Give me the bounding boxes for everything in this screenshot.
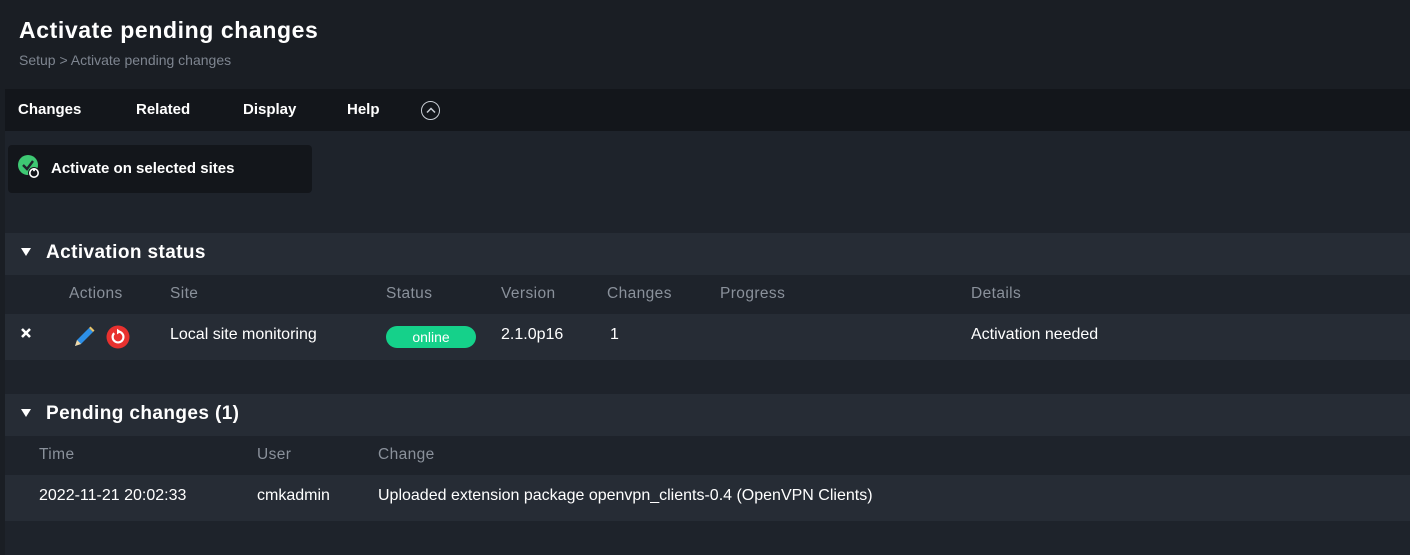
change-user: cmkadmin xyxy=(257,487,330,504)
section-toggle-icon xyxy=(21,409,31,417)
site-name: Local site monitoring xyxy=(170,326,317,343)
toolbar: Activate on selected sites xyxy=(5,131,1410,233)
column-header-changes: Changes xyxy=(607,285,672,302)
section-toggle-icon xyxy=(21,248,31,256)
activate-selected-sites-button[interactable]: Activate on selected sites xyxy=(8,145,312,193)
pending-changes-header[interactable]: Pending changes (1) xyxy=(5,394,1410,436)
check-activate-icon xyxy=(18,155,40,179)
activation-status-header[interactable]: Activation status xyxy=(5,233,1410,275)
table-row: Local site monitoring online 2.1.0p16 1 … xyxy=(5,314,1410,360)
column-header-site: Site xyxy=(170,285,199,302)
column-header-time: Time xyxy=(39,446,75,463)
activate-button-label: Activate on selected sites xyxy=(51,160,235,177)
column-header-progress: Progress xyxy=(720,285,786,302)
remove-x-icon[interactable] xyxy=(20,327,32,339)
column-header-actions: Actions xyxy=(69,285,123,302)
column-header-version: Version xyxy=(501,285,556,302)
menu-related[interactable]: Related xyxy=(136,101,190,118)
page-title: Activate pending changes xyxy=(19,17,319,43)
column-header-change: Change xyxy=(378,446,435,463)
menu-bar: Changes Related Display Help xyxy=(5,89,1410,131)
activation-status-table-header: Actions Site Status Version Changes Prog… xyxy=(5,275,1410,313)
menu-changes[interactable]: Changes xyxy=(18,101,81,118)
change-description: Uploaded extension package openvpn_clien… xyxy=(378,487,873,504)
site-version: 2.1.0p16 xyxy=(501,326,564,343)
pending-changes-table-header: Time User Change xyxy=(5,436,1410,474)
page-frame: Activate pending changes Setup > Activat… xyxy=(5,5,1410,555)
bottom-spacer xyxy=(5,521,1410,555)
pencil-icon[interactable] xyxy=(71,324,97,350)
column-header-user: User xyxy=(257,446,292,463)
section-spacer xyxy=(5,360,1410,394)
status-badge: online xyxy=(386,326,476,348)
site-details: Activation needed xyxy=(971,326,1099,343)
column-header-status: Status xyxy=(386,285,433,302)
change-time: 2022-11-21 20:02:33 xyxy=(39,487,187,504)
breadcrumb[interactable]: Setup > Activate pending changes xyxy=(19,52,231,68)
pending-changes-title: Pending changes (1) xyxy=(46,403,240,424)
site-changes-count: 1 xyxy=(610,326,619,343)
menu-help[interactable]: Help xyxy=(347,101,380,118)
table-row[interactable]: 2022-11-21 20:02:33 cmkadmin Uploaded ex… xyxy=(5,475,1410,521)
activation-status-title: Activation status xyxy=(46,242,206,263)
menu-display[interactable]: Display xyxy=(243,101,296,118)
restart-icon[interactable] xyxy=(106,325,130,349)
collapse-chevron-icon[interactable] xyxy=(421,101,440,120)
title-area: Activate pending changes Setup > Activat… xyxy=(5,5,1410,89)
column-header-details: Details xyxy=(971,285,1022,302)
